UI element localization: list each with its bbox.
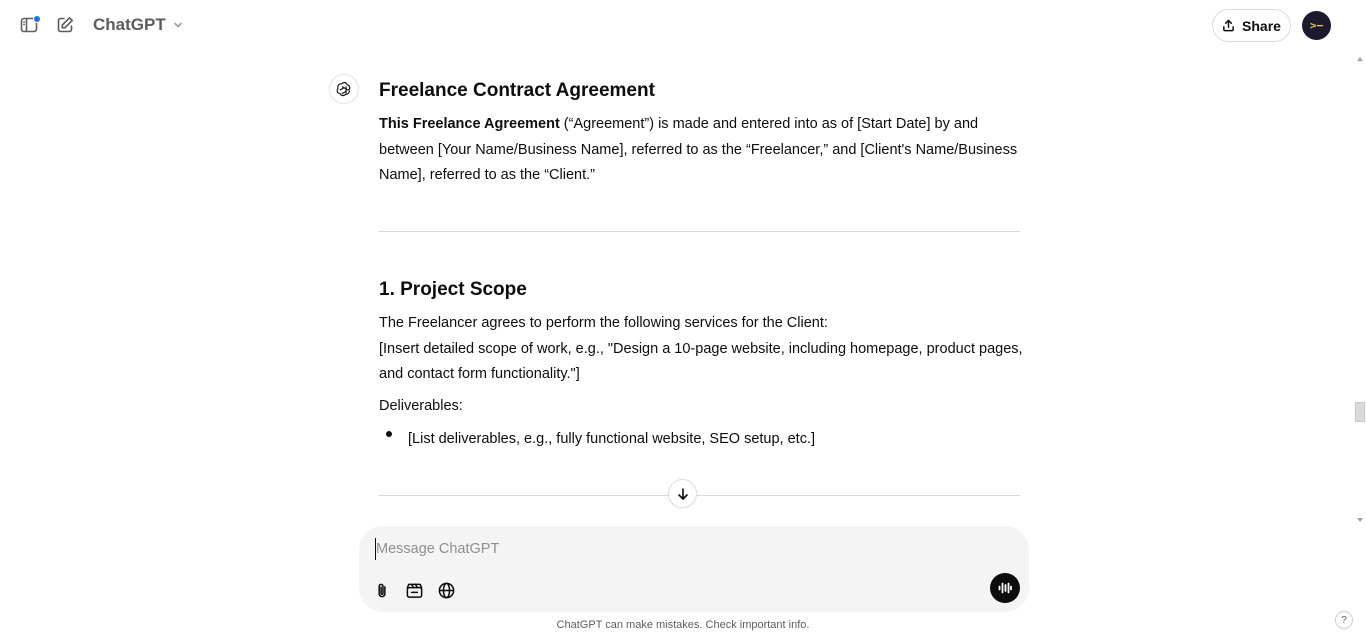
chevron-down-icon [173,22,182,28]
voice-mode-button[interactable] [990,573,1020,603]
message-title: Freelance Contract Agreement [379,80,655,101]
arrow-down-icon [677,487,688,500]
section-paragraph: The Freelancer agrees to perform the fol… [379,311,1023,388]
message-input[interactable] [375,538,935,560]
new-chat-icon [57,17,73,33]
intro-line-1: (“Agreement”) is made and entered into a… [559,116,979,132]
intro-line-3: Name], referred to as the “Client.” [379,167,595,183]
divider [379,231,1020,232]
attach-button[interactable] [370,578,394,602]
top-bar: ChatGPT Share >− [0,0,1366,52]
model-name: ChatGPT [93,15,166,34]
new-chat-button[interactable] [53,13,77,37]
help-button[interactable]: ? [1335,611,1353,629]
scroll-to-bottom-button[interactable] [668,479,697,508]
bullet-marker [386,431,392,437]
openai-logo-icon [336,81,351,97]
list-item: [List deliverables, e.g., fully function… [408,431,816,447]
tools-button[interactable] [402,578,426,602]
voice-wave-icon [998,582,1012,594]
scroll-down-arrow-icon[interactable] [1357,518,1363,522]
notification-dot [33,15,41,23]
upload-icon [1223,19,1234,32]
section-heading: 1. Project Scope [379,279,527,300]
intro-bold: This Freelance Agreement [379,116,560,132]
section-line-1: The Freelancer agrees to perform the fol… [379,315,828,331]
scrollbar-thumb[interactable] [1355,402,1365,422]
toolbox-icon [406,583,422,598]
share-button[interactable]: Share [1212,9,1291,42]
disclaimer-text: ChatGPT can make mistakes. Check importa… [556,619,810,631]
paperclip-icon [377,583,386,597]
scrollbar[interactable] [1354,52,1366,522]
sidebar-toggle-button[interactable] [17,13,41,37]
intro-paragraph: This Freelance Agreement (“Agreement”) i… [379,112,1020,189]
scroll-up-arrow-icon[interactable] [1357,57,1363,61]
avatar-initials: >− [1309,19,1324,32]
divider [379,495,1020,496]
share-label: Share [1242,17,1281,34]
model-selector[interactable]: ChatGPT [93,15,184,35]
section-line-2: [Insert detailed scope of work, e.g., "D… [379,340,1023,357]
deliverables-label: Deliverables: [379,398,463,414]
web-search-button[interactable] [434,578,458,602]
intro-line-2: between [Your Name/Business Name], refer… [379,141,1018,158]
user-avatar[interactable]: >− [1302,11,1331,40]
globe-icon [438,582,454,598]
section-line-3: and contact form functionality."] [379,366,580,382]
assistant-avatar [329,74,359,104]
message-composer [359,526,1029,612]
